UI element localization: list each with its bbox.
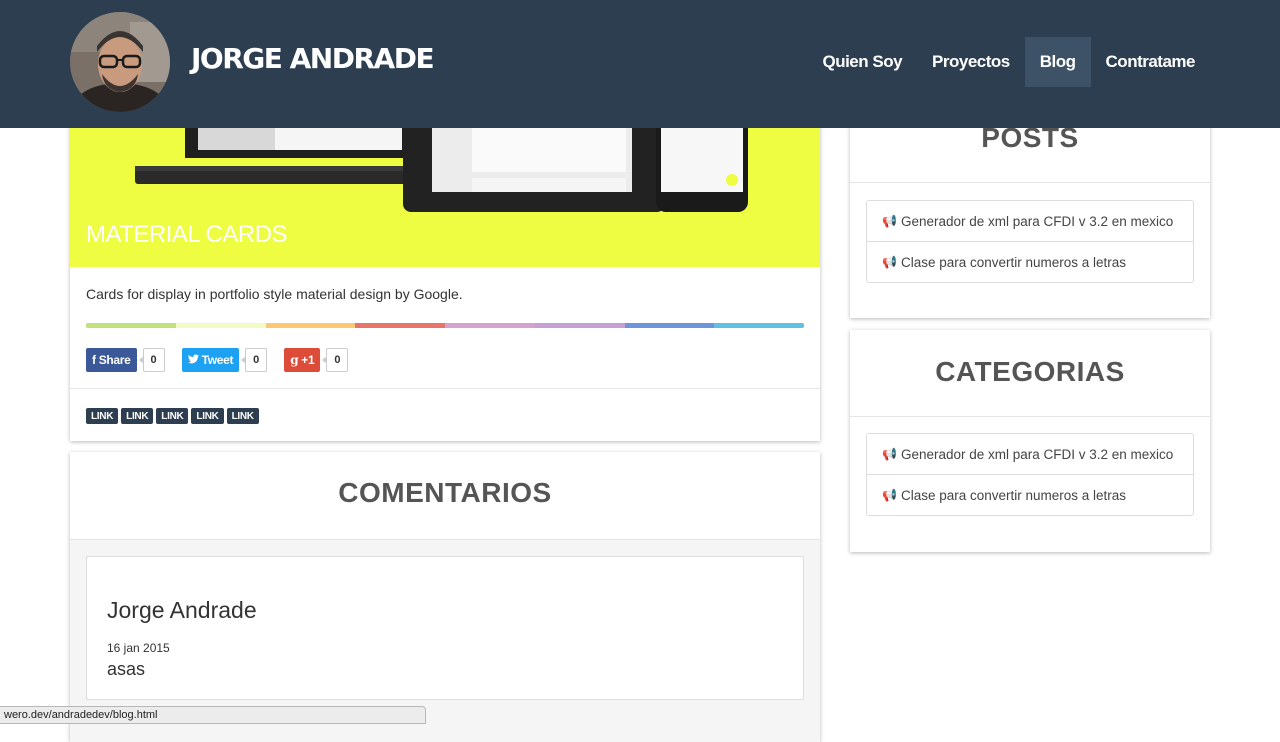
facebook-share-label: Share <box>98 353 131 367</box>
comment-body: asas <box>107 659 146 679</box>
categories-list-item[interactable]: 📢 Generador de xml para CFDI v 3.2 en me… <box>867 434 1193 475</box>
brand-title[interactable]: Jorge Andrade <box>191 42 435 75</box>
twitter-share-label: Tweet <box>201 353 234 367</box>
tag-link[interactable]: LINK <box>86 408 119 424</box>
google-plus-icon: g <box>290 353 299 367</box>
posts-list-item-label: Generador de xml para CFDI v 3.2 en mexi… <box>900 213 1174 229</box>
posts-list-item-label: Clase para convertir numeros a letras <box>900 254 1127 270</box>
color-bar-segment <box>714 323 804 328</box>
twitter-share-count: 0 <box>241 348 268 372</box>
comments-header: COMENTARIOS <box>70 452 820 540</box>
card-divider <box>70 388 820 389</box>
tag-link[interactable]: LINK <box>226 408 259 424</box>
post-card: MATERIAL CARDS Cards for display in port… <box>70 100 820 441</box>
avatar[interactable] <box>70 12 170 112</box>
color-bar-segment <box>86 323 176 328</box>
gplus-share-button[interactable]: g +1 <box>284 348 321 372</box>
categories-list-item-label: Clase para convertir numeros a letras <box>900 487 1127 503</box>
comments-card: COMENTARIOS Jorge Andrade 16 jan 2015 as… <box>70 452 820 742</box>
facebook-share-count: 0 <box>138 348 165 372</box>
categories-list-item-label: Generador de xml para CFDI v 3.2 en mexi… <box>900 446 1174 462</box>
color-bar-segment <box>624 323 715 328</box>
nav-item-contratame[interactable]: Contratame <box>1091 37 1210 87</box>
comment-author: Jorge Andrade <box>107 597 257 623</box>
gplus-share-label: +1 <box>301 353 315 367</box>
bullhorn-icon: 📢 <box>882 214 897 228</box>
tag-list: LINK LINK LINK LINK LINK <box>86 408 262 424</box>
posts-list-item[interactable]: 📢 Clase para convertir numeros a letras <box>867 242 1193 282</box>
twitter-share-button[interactable]: Tweet <box>181 348 240 372</box>
categories-header: CATEGORIAS <box>850 330 1210 417</box>
color-bar-segment <box>445 323 535 328</box>
tag-link[interactable]: LINK <box>191 408 224 424</box>
color-bar-segment <box>534 323 625 328</box>
facebook-share: f Share 0 <box>86 348 165 372</box>
facebook-icon: f <box>92 353 96 367</box>
post-title[interactable]: MATERIAL CARDS <box>86 221 288 249</box>
bullhorn-icon: 📢 <box>882 255 897 269</box>
gplus-share-count: 0 <box>322 348 349 372</box>
categories-list: 📢 Generador de xml para CFDI v 3.2 en me… <box>866 433 1194 516</box>
comment-date: 16 jan 2015 <box>107 641 170 655</box>
avatar-photo <box>70 12 170 112</box>
color-bar-segment <box>175 323 266 328</box>
color-bar <box>86 323 804 328</box>
navbar: Jorge Andrade Quien Soy Proyectos Blog C… <box>0 0 1280 128</box>
twitter-share: Tweet 0 <box>181 348 268 372</box>
browser-status-bar: wero.dev/andradedev/blog.html <box>0 706 426 724</box>
posts-list: 📢 Generador de xml para CFDI v 3.2 en me… <box>866 200 1194 283</box>
main-nav: Quien Soy Proyectos Blog Contratame <box>807 37 1210 87</box>
post-description: Cards for display in portfolio style mat… <box>86 286 463 302</box>
facebook-share-button[interactable]: f Share <box>86 348 137 372</box>
tag-link[interactable]: LINK <box>156 408 189 424</box>
nav-item-proyectos[interactable]: Proyectos <box>917 37 1025 87</box>
share-row: f Share 0 Tweet 0 g +1 0 <box>86 348 365 372</box>
comment-item: Jorge Andrade 16 jan 2015 asas <box>86 556 804 700</box>
bullhorn-icon: 📢 <box>882 488 897 502</box>
tag-link[interactable]: LINK <box>121 408 154 424</box>
categories-list-item[interactable]: 📢 Clase para convertir numeros a letras <box>867 475 1193 515</box>
bullhorn-icon: 📢 <box>882 447 897 461</box>
nav-item-quien-soy[interactable]: Quien Soy <box>807 37 917 87</box>
nav-item-blog[interactable]: Blog <box>1024 37 1091 87</box>
comments-title: COMENTARIOS <box>338 477 552 508</box>
posts-widget: POSTS 📢 Generador de xml para CFDI v 3.2… <box>850 100 1210 318</box>
posts-list-item[interactable]: 📢 Generador de xml para CFDI v 3.2 en me… <box>867 201 1193 242</box>
gplus-share: g +1 0 <box>284 348 349 372</box>
twitter-icon <box>187 353 199 367</box>
categories-title: CATEGORIAS <box>935 356 1125 387</box>
color-bar-segment <box>265 323 356 328</box>
categories-widget: CATEGORIAS 📢 Generador de xml para CFDI … <box>850 330 1210 552</box>
color-bar-segment <box>355 323 445 328</box>
